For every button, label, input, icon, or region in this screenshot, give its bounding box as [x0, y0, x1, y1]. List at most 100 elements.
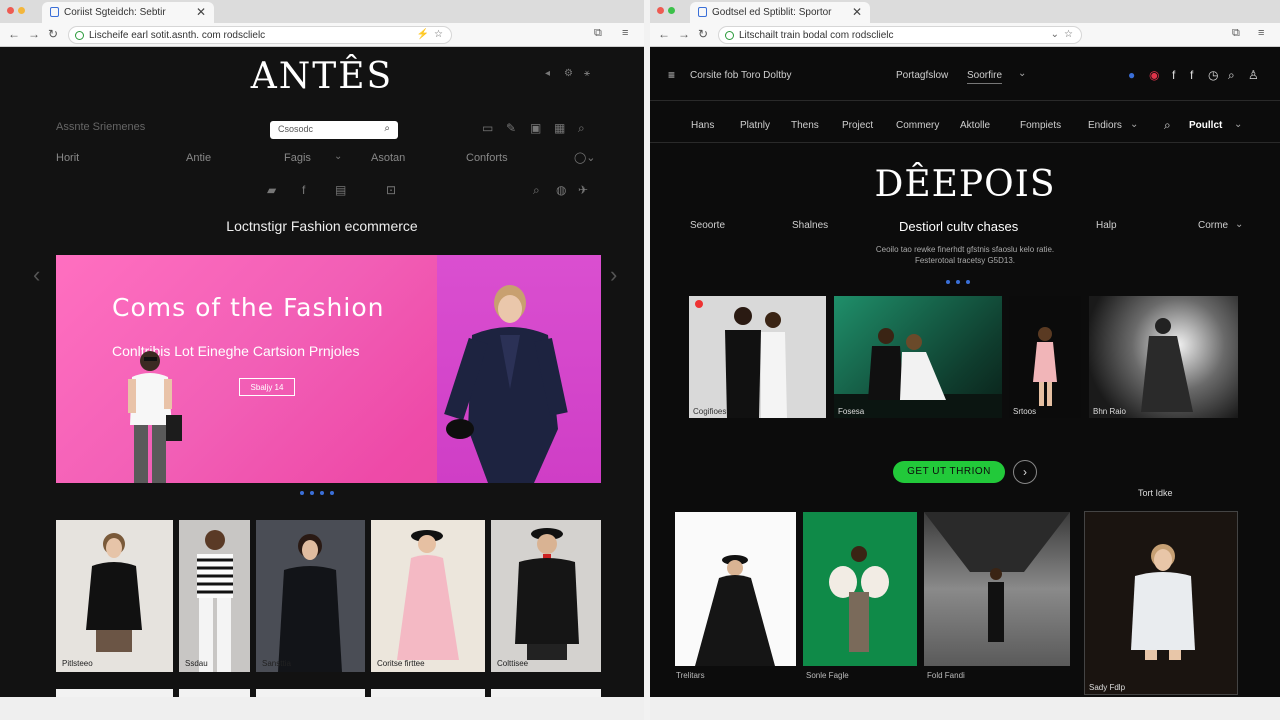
product-card[interactable]: Ssdau: [179, 520, 250, 672]
bag-icon[interactable]: ▭: [482, 121, 493, 135]
product-card[interactable]: [924, 512, 1070, 666]
chevron-down-icon[interactable]: ⌄: [1235, 219, 1243, 230]
close-tab-icon[interactable]: ✕: [852, 5, 862, 19]
sub-nav-item[interactable]: Seoorte: [690, 220, 725, 231]
nav-item[interactable]: Fompiets: [1020, 120, 1061, 131]
send-icon[interactable]: ✈: [578, 183, 588, 197]
product-card[interactable]: Coritse firttee: [371, 520, 485, 672]
browser-tab[interactable]: Godtsel ed Sptiblit: Sportor ✕: [690, 2, 870, 23]
close-window-icon[interactable]: [657, 7, 664, 14]
nav-item[interactable]: Horit: [56, 152, 79, 164]
social-icon[interactable]: ●: [1128, 68, 1135, 82]
nav-item[interactable]: Project: [842, 120, 873, 131]
bag-icon[interactable]: ⊡: [386, 183, 396, 197]
cart-icon[interactable]: ▣: [530, 121, 541, 135]
gallery-image: [1141, 318, 1193, 412]
forward-icon[interactable]: →: [678, 27, 690, 41]
search-icon-secondary[interactable]: ⌕: [578, 121, 585, 136]
hero-button[interactable]: Sbaljy 14: [239, 378, 295, 396]
reload-icon[interactable]: ↻: [698, 27, 708, 41]
nav-item[interactable]: Thens: [791, 120, 819, 131]
reload-icon[interactable]: ↻: [48, 27, 58, 41]
star-icon[interactable]: ☆: [434, 29, 443, 40]
search-input[interactable]: Csosodc ⌕: [270, 121, 398, 139]
nav-item[interactable]: Endiors: [1088, 120, 1122, 131]
sub-nav-item[interactable]: Corme: [1198, 220, 1228, 231]
chevron-down-icon[interactable]: ⌄: [1130, 119, 1138, 130]
gallery-photo[interactable]: Cogifioes: [689, 296, 826, 418]
carousel-pager[interactable]: [946, 280, 970, 284]
browser-tab[interactable]: Coriist Sgteidch: Sebtir ✕: [42, 2, 214, 23]
tools-icon[interactable]: ⚡: [417, 29, 429, 40]
doc-icon[interactable]: ▰: [267, 183, 276, 197]
close-window-icon[interactable]: [7, 7, 14, 14]
nav-item[interactable]: Conforts: [466, 152, 508, 164]
back-icon[interactable]: ←: [658, 27, 670, 41]
search-icon[interactable]: ⌕: [533, 183, 540, 198]
url-field[interactable]: Litschailt train bodal com rodsclielc ⌄ …: [718, 26, 1082, 44]
dropdown-icon[interactable]: ⌄: [1051, 29, 1059, 40]
carousel-prev-icon[interactable]: ‹: [33, 262, 40, 288]
nav-item[interactable]: Asotan: [371, 152, 405, 164]
chevron-down-icon[interactable]: ⌄: [334, 151, 342, 162]
search-icon[interactable]: ⌕: [384, 123, 390, 134]
product-card[interactable]: Sady Fdlp: [1084, 511, 1238, 695]
cta-button[interactable]: GET UT THRION: [893, 461, 1005, 483]
maximize-window-icon[interactable]: [668, 7, 675, 14]
menu-icon[interactable]: ≡: [622, 27, 628, 39]
extension-icon[interactable]: ⧉: [594, 27, 602, 40]
gallery-photo[interactable]: Bhn Raio: [1089, 296, 1238, 418]
chevron-down-icon[interactable]: ⌄: [1018, 68, 1026, 79]
language-icon[interactable]: ◯⌄: [574, 151, 596, 164]
globe-icon[interactable]: ◍: [556, 183, 566, 197]
close-tab-icon[interactable]: ✕: [196, 5, 206, 19]
sub-nav-item[interactable]: Halp: [1096, 220, 1117, 231]
product-card[interactable]: [675, 512, 796, 666]
search-icon[interactable]: ⌕: [1164, 118, 1171, 133]
back-icon[interactable]: ←: [8, 27, 20, 41]
nav-item[interactable]: Hans: [691, 120, 714, 131]
nav-item[interactable]: Aktolle: [960, 120, 990, 131]
extension-icon[interactable]: ⧉: [1232, 27, 1240, 40]
url-field[interactable]: Lischeife earl sotit.asnth. com rodsclie…: [68, 26, 452, 44]
minimize-window-icon[interactable]: [18, 7, 25, 14]
nav-item-highlight[interactable]: Poullct: [1189, 120, 1222, 131]
menu-icon[interactable]: ≡: [1258, 27, 1264, 39]
top-link-dropdown[interactable]: Soorfire: [967, 70, 1003, 84]
forward-icon[interactable]: →: [28, 27, 40, 41]
grid-icon[interactable]: ⚹: [584, 68, 590, 79]
share-icon[interactable]: ◂: [545, 68, 550, 79]
user-icon[interactable]: ♙: [1248, 68, 1259, 82]
gallery-photo[interactable]: Fosesa: [834, 296, 1002, 418]
site-logo[interactable]: DÊEPOIS: [650, 164, 1280, 205]
gallery-photo[interactable]: Srtoos: [1009, 296, 1081, 418]
product-card[interactable]: Sansttia: [256, 520, 365, 672]
product-card[interactable]: [803, 512, 917, 666]
product-image: [829, 546, 889, 652]
product-card[interactable]: Colttisee: [491, 520, 601, 672]
carousel-next-icon[interactable]: ›: [610, 262, 617, 288]
facebook-icon[interactable]: f: [1172, 68, 1175, 82]
clock-icon[interactable]: ◷: [1208, 68, 1218, 82]
facebook-alt-icon[interactable]: f: [1190, 68, 1193, 82]
edit-icon[interactable]: ✎: [506, 121, 516, 135]
top-link[interactable]: Portagfslow: [896, 70, 948, 81]
facebook-icon[interactable]: f: [302, 183, 305, 197]
star-icon[interactable]: ☆: [1064, 29, 1073, 40]
nav-item[interactable]: Platnly: [740, 120, 770, 131]
search-icon[interactable]: ⌕: [1228, 68, 1235, 83]
chevron-down-icon[interactable]: ⌄: [1234, 119, 1242, 130]
chevron-right-icon[interactable]: ›: [1013, 460, 1037, 484]
nav-item[interactable]: Commery: [896, 120, 939, 131]
nav-item[interactable]: Antie: [186, 152, 211, 164]
carousel-pager[interactable]: [300, 491, 334, 495]
product-caption: Ssdau: [185, 659, 208, 668]
sub-nav-item[interactable]: Shalnes: [792, 220, 828, 231]
hamburger-menu-icon[interactable]: ≡: [668, 68, 675, 82]
product-card[interactable]: Pitlsteeo: [56, 520, 173, 672]
instagram-icon[interactable]: ◉: [1149, 68, 1159, 82]
calendar-icon[interactable]: ▤: [335, 183, 346, 197]
nav-item[interactable]: Fagis: [284, 152, 311, 164]
gallery-icon[interactable]: ▦: [554, 121, 565, 135]
settings-icon[interactable]: ⚙: [564, 68, 573, 79]
